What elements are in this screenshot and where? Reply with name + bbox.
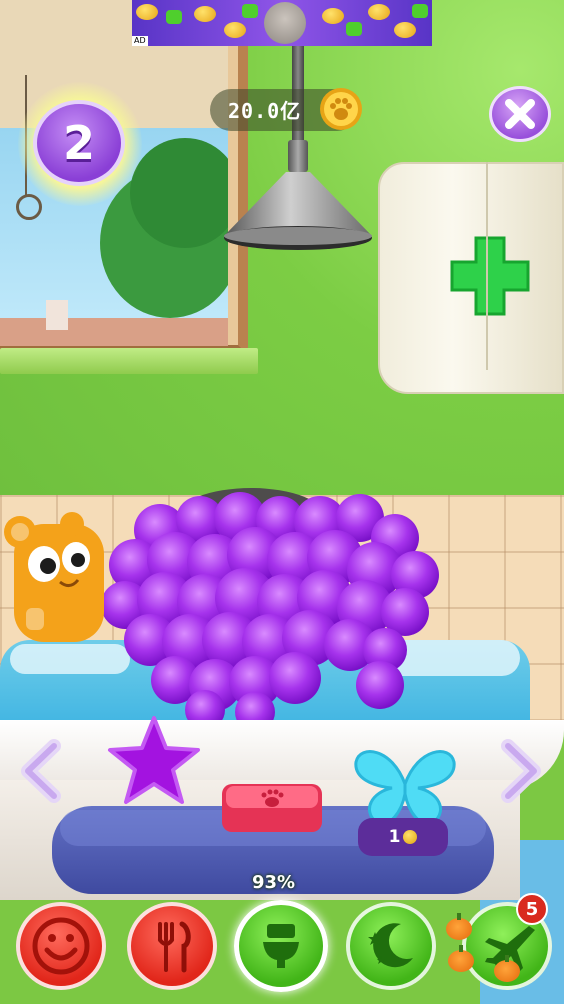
butterfly-price-tag: 1: [358, 818, 448, 856]
nav-food-button[interactable]: [127, 902, 217, 990]
paw-coin-icon: [320, 88, 362, 130]
pumpkin-decoration: [446, 913, 472, 940]
close-button[interactable]: [489, 86, 551, 142]
coin-icon: [403, 830, 418, 844]
star-sponge-item[interactable]: [106, 714, 202, 808]
toilet-icon: [263, 924, 299, 968]
star-icon: [108, 716, 200, 804]
butterfly-sponge-item[interactable]: [352, 744, 458, 828]
hygiene-percent: 93%: [252, 872, 296, 893]
ad-label: AD: [132, 36, 148, 46]
nav-hygiene-button[interactable]: [234, 900, 328, 992]
moon-stars-icon: [368, 923, 413, 968]
hamster-friend[interactable]: [0, 512, 108, 642]
close-icon: [505, 99, 535, 129]
nav-sleep-button[interactable]: [346, 902, 436, 990]
price-value: 1: [388, 827, 401, 847]
previous-item-button[interactable]: [18, 738, 66, 804]
level-badge[interactable]: 2: [33, 100, 125, 186]
nav-happiness-button[interactable]: [16, 902, 106, 990]
first-aid-cross-icon: [450, 236, 530, 316]
butterfly-icon: [354, 750, 456, 826]
ad-banner[interactable]: AD: [132, 0, 432, 46]
soap-foam[interactable]: [95, 490, 445, 730]
travel-notification-badge: 5: [516, 893, 548, 925]
pumpkin-decoration: [494, 955, 520, 982]
window-pull-ring[interactable]: [16, 194, 42, 220]
next-item-button[interactable]: [496, 738, 544, 804]
shower-head[interactable]: [222, 164, 374, 254]
medicine-cabinet[interactable]: [378, 162, 564, 394]
talking-tom-face-icon: [264, 2, 306, 44]
fork-knife-icon: [158, 921, 191, 973]
pumpkin-decoration: [448, 945, 474, 972]
smiley-icon: [32, 917, 90, 975]
cabinet-door-split: [486, 162, 488, 370]
window-sill: [0, 348, 258, 374]
soap-bar-item[interactable]: [220, 780, 324, 836]
coin-amount: 20.0亿: [228, 99, 302, 123]
